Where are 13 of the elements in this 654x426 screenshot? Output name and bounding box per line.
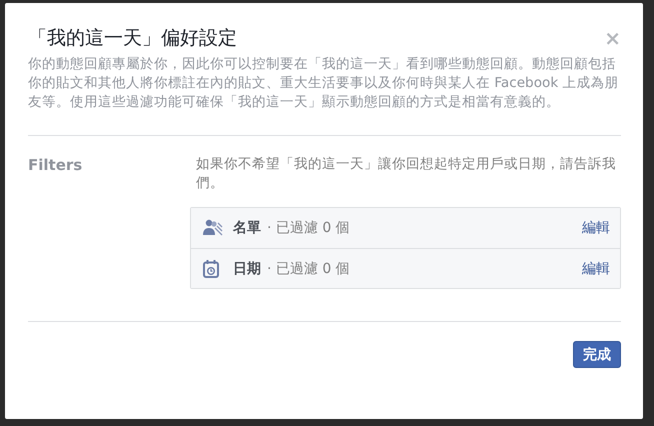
done-button[interactable]: 完成 [573,341,621,368]
people-icon [203,219,223,237]
filter-name: 日期 [233,260,261,278]
edit-link[interactable]: 編輯 [582,260,610,278]
section-label: Filters [28,156,84,176]
filters-intro: 如果你不希望「我的這一天」讓你回想起特定用戶或日期，請告訴我們。 [195,155,617,193]
filter-status: · 已過濾 0 個 [267,219,351,237]
description-text: 你的動態回顧專屬於你，因此你可以控制要在「我的這一天」看到哪些動態回顧。動態回顧包括你的貼文和其他人將你標註在內的貼文、重大生活要事以及你何時與某人在 Facebook 上成為朋友等。使用這些過濾功能可確保「我的這一天」顯示動態回顧的方式是相當有意義的。 [28,55,620,112]
calendar-icon [203,260,219,278]
edit-link[interactable]: 編輯 [582,219,610,237]
filter-name: 名單 [233,219,261,237]
dialog-title: 「我的這一天」偏好設定 [28,26,237,51]
filter-status: · 已過濾 0 個 [267,260,351,278]
